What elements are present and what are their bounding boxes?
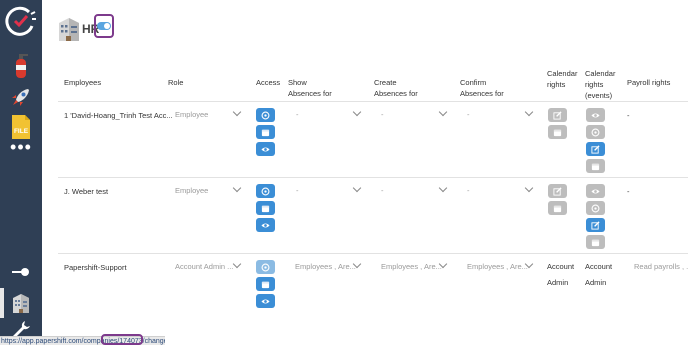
calendar-icon bbox=[553, 205, 562, 212]
chevron-down-icon[interactable] bbox=[232, 107, 242, 117]
events-calendar-button[interactable] bbox=[586, 235, 605, 249]
row3-confirm-absences-select[interactable]: Employees , Are... bbox=[467, 262, 528, 271]
row3-role-select[interactable]: Account Admin ... bbox=[175, 262, 233, 271]
calendar-icon bbox=[261, 129, 270, 136]
extinguisher-icon[interactable] bbox=[0, 50, 42, 82]
row-divider bbox=[58, 177, 688, 178]
row2-create-absences-select[interactable]: - bbox=[381, 186, 384, 195]
circle-dot-icon bbox=[261, 111, 270, 119]
toggle-knob bbox=[97, 22, 111, 30]
svg-text:FILE: FILE bbox=[14, 128, 29, 135]
row3-payroll: Read payrolls , ... bbox=[634, 262, 688, 271]
access-calendar-button[interactable] bbox=[256, 277, 275, 291]
row3-calendar-rights: Account Admin bbox=[547, 262, 575, 287]
row1-show-absences-select[interactable]: - bbox=[296, 110, 299, 119]
eye-icon bbox=[591, 112, 600, 118]
row2-role-select[interactable]: Employee bbox=[175, 186, 208, 195]
pencil-square-icon bbox=[591, 144, 600, 154]
access-view-button[interactable] bbox=[256, 294, 275, 308]
events-calendar-button[interactable] bbox=[586, 159, 605, 173]
access-toggle-button[interactable] bbox=[256, 108, 275, 122]
calendar-icon bbox=[261, 205, 270, 212]
row1-payroll: - bbox=[627, 111, 630, 120]
chevron-down-icon[interactable] bbox=[438, 183, 448, 193]
eye-icon bbox=[591, 188, 600, 194]
events-toggle-button[interactable] bbox=[586, 201, 605, 215]
access-calendar-button[interactable] bbox=[256, 125, 275, 139]
chevron-down-icon[interactable] bbox=[352, 107, 362, 117]
header-show-absences: Show Absences for bbox=[288, 78, 332, 98]
header-calendar-rights-events: Calendar rights (events) bbox=[585, 69, 616, 100]
eye-icon bbox=[261, 146, 270, 152]
row1-confirm-absences-select[interactable]: - bbox=[467, 110, 470, 119]
hr-toggle-switch[interactable] bbox=[94, 14, 114, 38]
row3-show-absences-select[interactable]: Employees , Are... bbox=[295, 262, 356, 271]
header-create-absences: Create Absences for bbox=[374, 78, 418, 98]
header-role[interactable]: Role bbox=[168, 77, 183, 88]
circle-dot-icon bbox=[591, 128, 600, 136]
calendar-icon bbox=[261, 281, 270, 288]
rocket-icon[interactable] bbox=[0, 84, 42, 110]
access-toggle-button[interactable] bbox=[256, 184, 275, 198]
row3-create-absences-select[interactable]: Employees , Are... bbox=[381, 262, 442, 271]
hr-building-icon bbox=[59, 18, 79, 41]
page-header: HR bbox=[58, 14, 114, 44]
row3-calendar-rights-events: Account Admin bbox=[585, 262, 613, 287]
url-highlight bbox=[101, 334, 143, 345]
row2-show-absences-select[interactable]: - bbox=[296, 186, 299, 195]
header-employees[interactable]: Employees bbox=[64, 77, 101, 88]
building-icon[interactable] bbox=[0, 288, 42, 318]
pencil-square-icon bbox=[591, 220, 600, 230]
circle-dot-icon bbox=[591, 204, 600, 212]
chevron-down-icon[interactable] bbox=[438, 107, 448, 117]
events-view-button[interactable] bbox=[586, 184, 605, 198]
eye-icon bbox=[261, 298, 270, 304]
row3-employee-name[interactable]: Papershift-Support bbox=[64, 263, 127, 272]
header-payroll-rights: Payroll rights bbox=[627, 78, 671, 87]
calendar-view-button[interactable] bbox=[548, 201, 567, 215]
eye-icon bbox=[261, 222, 270, 228]
header-calendar-rights: Calendar rights bbox=[547, 69, 578, 89]
calendar-icon bbox=[591, 163, 600, 170]
calendar-icon bbox=[553, 129, 562, 136]
access-toggle-button[interactable] bbox=[256, 260, 275, 274]
events-edit-button[interactable] bbox=[586, 218, 605, 232]
access-view-button[interactable] bbox=[256, 218, 275, 232]
row1-create-absences-select[interactable]: - bbox=[381, 110, 384, 119]
row2-employee-name[interactable]: J. Weber test bbox=[64, 187, 108, 196]
sidebar: FILE ••• bbox=[0, 0, 42, 345]
circle-dot-icon bbox=[261, 187, 270, 195]
shiftplanning-logo-icon[interactable] bbox=[0, 4, 42, 40]
calendar-icon bbox=[591, 239, 600, 246]
toggle-icon[interactable] bbox=[0, 262, 42, 282]
calendar-edit-button[interactable] bbox=[548, 108, 567, 122]
events-edit-button[interactable] bbox=[586, 142, 605, 156]
chevron-down-icon[interactable] bbox=[232, 183, 242, 193]
chevron-down-icon[interactable] bbox=[524, 107, 534, 117]
more-dots-icon[interactable]: ••• bbox=[0, 138, 42, 156]
row2-payroll: - bbox=[627, 187, 630, 196]
header-access: Access bbox=[256, 78, 281, 87]
row1-employee-name[interactable]: 1 'David-Hoang_Trinh Test Acc... bbox=[64, 111, 173, 120]
events-view-button[interactable] bbox=[586, 108, 605, 122]
access-calendar-button[interactable] bbox=[256, 201, 275, 215]
chevron-down-icon[interactable] bbox=[352, 183, 362, 193]
calendar-view-button[interactable] bbox=[548, 125, 567, 139]
pencil-square-icon bbox=[553, 186, 562, 196]
access-view-button[interactable] bbox=[256, 142, 275, 156]
calendar-edit-button[interactable] bbox=[548, 184, 567, 198]
chevron-down-icon[interactable] bbox=[232, 259, 242, 269]
row-divider bbox=[58, 253, 688, 254]
events-toggle-button[interactable] bbox=[586, 125, 605, 139]
chevron-down-icon[interactable] bbox=[524, 183, 534, 193]
row1-role-select[interactable]: Employee bbox=[175, 110, 208, 119]
pencil-square-icon bbox=[553, 110, 562, 120]
row-divider bbox=[58, 101, 688, 102]
header-confirm-absences: Confirm Absences for bbox=[460, 78, 504, 98]
row2-confirm-absences-select[interactable]: - bbox=[467, 186, 470, 195]
circle-dot-icon bbox=[261, 263, 270, 271]
